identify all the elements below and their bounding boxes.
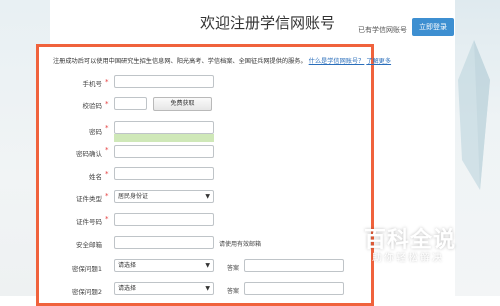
email-label: 安全邮箱 [76, 241, 102, 249]
answer-2-label: 答案 [227, 288, 240, 295]
email-input[interactable] [114, 236, 214, 249]
notice-body: 注册成功后可以使用中国研究生招生信息网、阳光高考、学信档案、全国征兵网提供的服务… [53, 58, 307, 65]
notice-text: 注册成功后可以使用中国研究生招生信息网、阳光高考、学信档案、全国征兵网提供的服务… [53, 56, 391, 65]
security-question-1-select[interactable]: 请选择 ▼ [114, 259, 214, 272]
password-label: 密码 [89, 128, 102, 136]
watermark-subtitle: 助你轻松解决 [372, 253, 444, 264]
password-confirm-input[interactable] [114, 145, 214, 158]
chevron-down-icon: ▼ [205, 285, 210, 292]
phone-input[interactable] [114, 75, 214, 88]
id-type-required-mark: * [105, 192, 109, 200]
security-question-2-value: 请选择 [118, 285, 137, 292]
security-question-2-label: 密保问题2 [71, 288, 102, 296]
security-question-1-value: 请选择 [118, 262, 137, 269]
have-account-text: 已有学信网账号 [358, 26, 407, 34]
get-code-button[interactable]: 免费获取 [153, 97, 212, 111]
security-question-2-select[interactable]: 请选择 ▼ [114, 282, 214, 295]
crystal-decoration [458, 40, 490, 190]
id-number-label: 证件号码 [76, 218, 102, 226]
phone-label: 手机号 [82, 80, 103, 88]
id-number-input[interactable] [114, 213, 214, 226]
name-input[interactable] [114, 167, 214, 180]
id-number-required-mark: * [105, 215, 109, 223]
password-confirm-label: 密码确认 [76, 150, 102, 158]
code-label: 校验码 [82, 102, 103, 110]
chevron-down-icon: ▼ [205, 262, 210, 269]
email-hint: 请使用有效邮箱 [219, 241, 262, 248]
what-is-account-link[interactable]: 什么是学信网账号？ [309, 58, 365, 65]
password-confirm-required-mark: * [105, 146, 109, 154]
answer-1-input[interactable] [244, 259, 344, 272]
code-input[interactable] [114, 97, 147, 110]
answer-1-label: 答案 [227, 265, 240, 272]
answer-2-input[interactable] [244, 282, 344, 295]
security-question-1-label: 密保问题1 [71, 265, 102, 273]
chevron-down-icon: ▼ [205, 193, 210, 200]
id-type-value: 居民身份证 [118, 193, 149, 200]
login-button[interactable]: 立即登录 [412, 18, 454, 36]
name-label: 姓名 [89, 173, 102, 181]
password-required-mark: * [105, 124, 109, 132]
name-required-mark: * [105, 170, 109, 178]
password-input[interactable] [114, 121, 214, 134]
learn-more-link[interactable]: 了解更多 [366, 58, 391, 65]
phone-required-mark: * [105, 78, 109, 86]
code-required-mark: * [105, 100, 109, 108]
id-type-label: 证件类型 [76, 195, 102, 203]
password-strength-bar [114, 134, 214, 142]
page-title: 欢迎注册学信网账号 [200, 14, 336, 32]
id-type-select[interactable]: 居民身份证 ▼ [114, 190, 214, 203]
